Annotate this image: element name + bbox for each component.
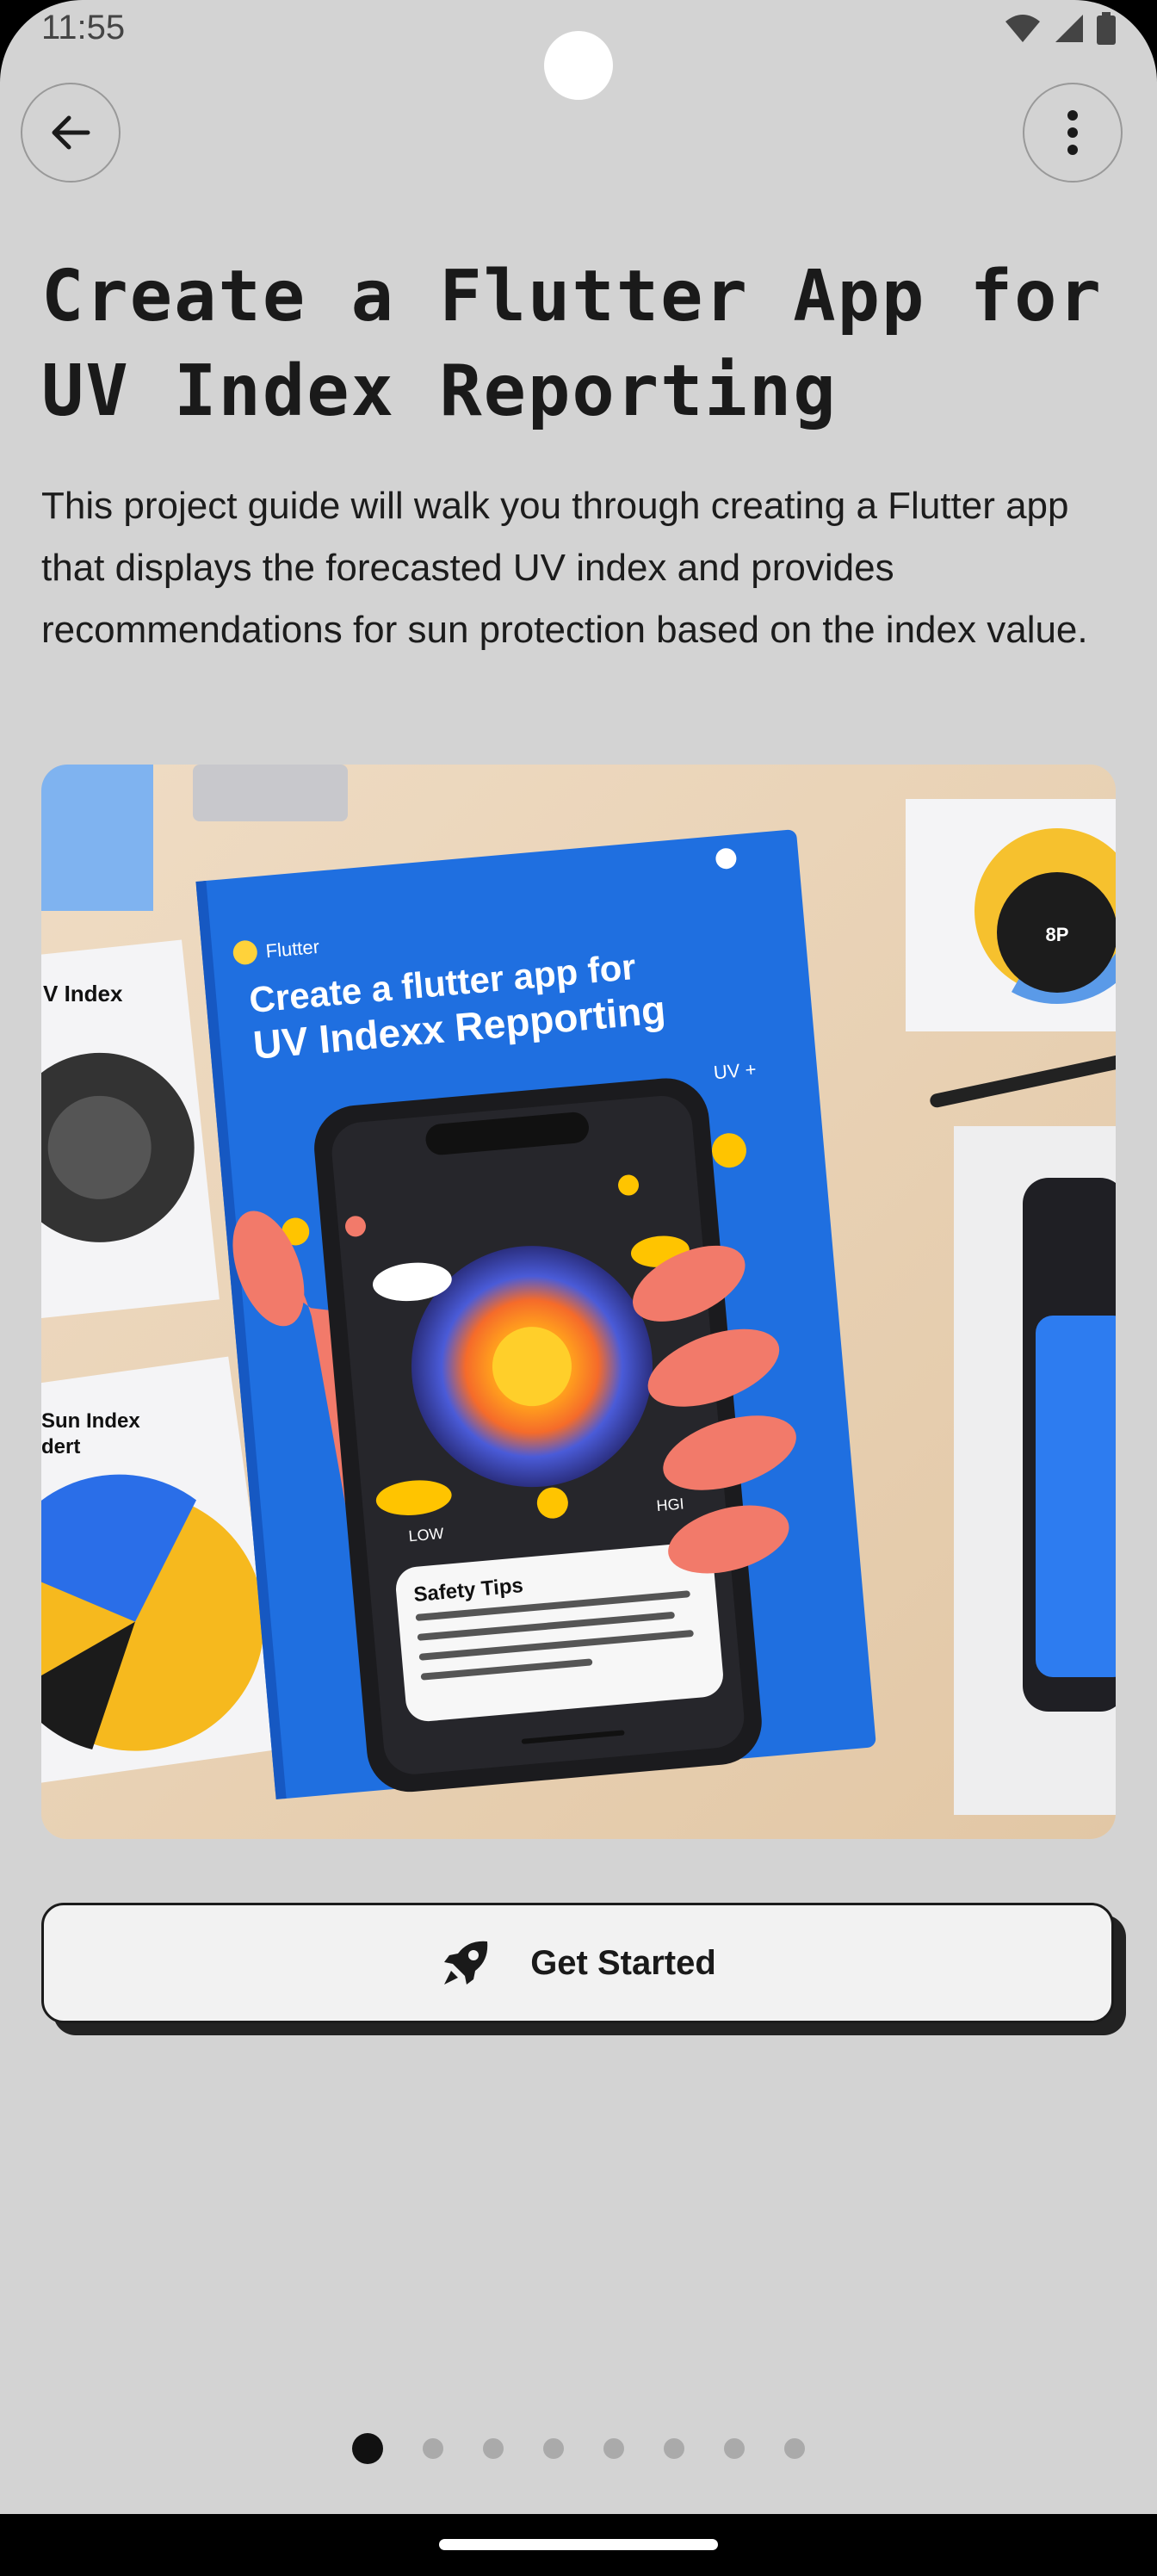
hero-illustration: V Index Sun Index dert 8P Flutter Create… <box>41 765 1116 1839</box>
page-dot[interactable] <box>483 2438 504 2459</box>
page-dot[interactable] <box>423 2438 443 2459</box>
signal-icon <box>1055 15 1083 42</box>
app-screen: 11:55 Create a Flutter App for UV Index … <box>0 0 1157 2576</box>
arrow-back-icon <box>52 115 90 150</box>
page-indicator <box>0 2433 1157 2464</box>
camera-cutout <box>544 31 613 100</box>
book-uv-label: UV + <box>713 1058 758 1083</box>
back-button[interactable] <box>21 83 121 183</box>
page-dot[interactable] <box>724 2438 745 2459</box>
status-time: 11:55 <box>41 9 126 46</box>
phone-scale-low: LOW <box>408 1525 445 1545</box>
gauge-badge: 8P <box>1046 924 1069 945</box>
page-dot[interactable] <box>543 2438 564 2459</box>
more-options-button[interactable] <box>1023 83 1123 183</box>
page-description: This project guide will walk you through… <box>41 485 1088 651</box>
page-dot[interactable] <box>603 2438 624 2459</box>
hero-image: V Index Sun Index dert 8P Flutter Create… <box>41 765 1116 1839</box>
battery-icon <box>1097 12 1116 45</box>
get-started-label: Get Started <box>530 1943 716 1982</box>
more-vert-icon <box>1067 110 1078 155</box>
phone-scale-high: HGI <box>656 1495 685 1514</box>
home-indicator[interactable] <box>439 2539 718 2550</box>
page-dot[interactable] <box>664 2438 684 2459</box>
status-icons <box>1004 12 1116 45</box>
side-card-left-bottom-label-2: dert <box>41 1435 80 1458</box>
side-card-left-top-label: V Index <box>43 981 123 1006</box>
page-dot[interactable] <box>784 2438 805 2459</box>
wifi-icon <box>1005 15 1040 42</box>
page-title: Create a Flutter App for UV Index Report… <box>41 250 1126 439</box>
page-dot-active[interactable] <box>352 2433 383 2464</box>
page-title-line-2: UV Index Reporting <box>41 350 838 432</box>
get-started-button[interactable]: Get Started <box>41 1903 1114 2023</box>
page-title-line-1: Create a Flutter App for <box>41 256 1103 337</box>
side-card-left-bottom-label-1: Sun Index <box>41 1409 140 1433</box>
rocket-icon <box>444 1941 488 1985</box>
